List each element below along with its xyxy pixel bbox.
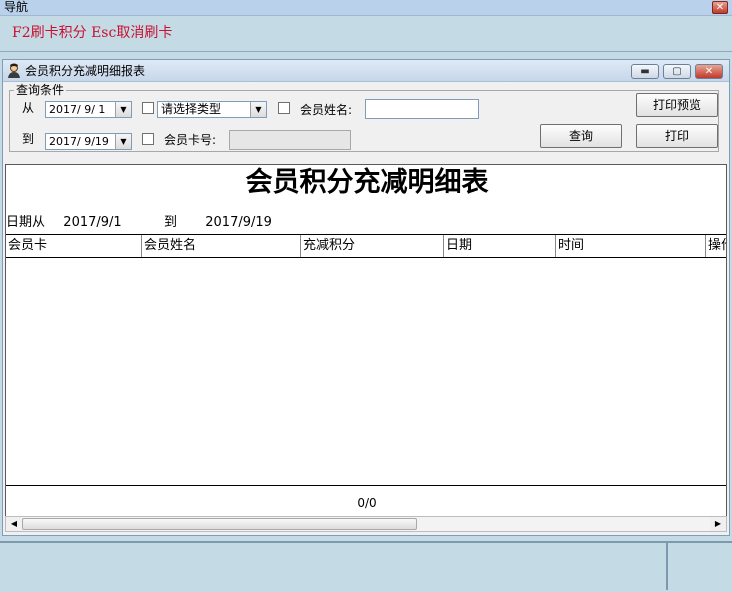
column-header-name[interactable]: 会员姓名: [141, 235, 300, 257]
type-select[interactable]: 请选择类型 ▼: [157, 101, 267, 118]
card-no-input[interactable]: [229, 130, 351, 150]
to-date-picker[interactable]: 2017/ 9/19 ▼: [45, 133, 132, 150]
column-header-time[interactable]: 时间: [555, 235, 705, 257]
report-window: 会员积分充减明细报表 ▬ ▢ ✕ 查询条件 从 2017/ 9/ 1 ▼ 请选择…: [2, 59, 730, 536]
member-name-input[interactable]: [365, 99, 479, 119]
chevron-down-icon[interactable]: ▼: [115, 102, 131, 117]
column-header-date[interactable]: 日期: [443, 235, 555, 257]
window-titlebar: 会员积分充减明细报表 ▬ ▢ ✕: [3, 60, 729, 82]
date-from-label: 日期从: [6, 215, 46, 230]
member-name-label: 会员姓名:: [300, 103, 353, 117]
column-header-points[interactable]: 充减积分: [300, 235, 443, 257]
to-label: 到: [22, 132, 35, 146]
card-no-checkbox[interactable]: [142, 133, 154, 145]
from-label: 从: [22, 101, 35, 115]
query-button[interactable]: 查询: [540, 124, 622, 148]
nav-close-button[interactable]: ✕: [712, 1, 728, 14]
scroll-left-icon[interactable]: ◀: [6, 517, 22, 531]
nav-titlebar: 导航 ✕: [0, 0, 732, 16]
hotkey-hint: F2刷卡积分 Esc取消刷卡: [12, 25, 173, 41]
close-button[interactable]: ✕: [695, 64, 723, 79]
from-date-picker[interactable]: 2017/ 9/ 1 ▼: [45, 101, 132, 118]
column-header-action[interactable]: 操作: [705, 235, 726, 257]
table-body: [6, 258, 726, 484]
report-footer: 0/0: [6, 485, 726, 517]
date-range-line: 日期从 2017/9/1 到 2017/9/19: [6, 215, 272, 231]
type-checkbox[interactable]: [142, 102, 154, 114]
minimize-button[interactable]: ▬: [631, 64, 659, 79]
window-title: 会员积分充减明细报表: [25, 64, 146, 78]
query-conditions-group: 查询条件 从 2017/ 9/ 1 ▼ 请选择类型 ▼ 会员姓名: 到 2017…: [9, 82, 719, 152]
print-button[interactable]: 打印: [636, 124, 718, 148]
report-title: 会员积分充减明细表: [245, 167, 489, 198]
scroll-thumb[interactable]: [22, 518, 417, 530]
to-date-value: 2017/ 9/19: [49, 135, 109, 148]
nav-title: 导航: [4, 0, 29, 14]
card-no-label: 会员卡号:: [164, 133, 217, 147]
horizontal-scrollbar[interactable]: ◀ ▶: [5, 516, 727, 532]
report-area: 会员积分充减明细表 日期从 2017/9/1 到 2017/9/19 会员卡 会…: [5, 164, 727, 518]
from-date-value: 2017/ 9/ 1: [49, 103, 106, 116]
column-header-card[interactable]: 会员卡: [6, 235, 141, 257]
table-header: 会员卡 会员姓名 充减积分 日期 时间 操作: [6, 234, 726, 258]
scroll-right-icon[interactable]: ▶: [710, 517, 726, 531]
page-count: 0/0: [357, 496, 377, 510]
person-icon: [7, 63, 21, 78]
chevron-down-icon[interactable]: ▼: [250, 102, 266, 117]
date-to-value: 2017/9/19: [205, 215, 272, 230]
status-divider: [666, 543, 668, 590]
status-bar: [0, 541, 732, 592]
date-to-label: 到: [163, 215, 177, 230]
date-from-value: 2017/9/1: [63, 215, 122, 230]
print-preview-button[interactable]: 打印预览: [636, 93, 718, 117]
chevron-down-icon[interactable]: ▼: [115, 134, 131, 149]
maximize-button[interactable]: ▢: [663, 64, 691, 79]
member-name-checkbox[interactable]: [278, 102, 290, 114]
query-legend: 查询条件: [14, 82, 67, 98]
type-select-value: 请选择类型: [161, 102, 222, 116]
